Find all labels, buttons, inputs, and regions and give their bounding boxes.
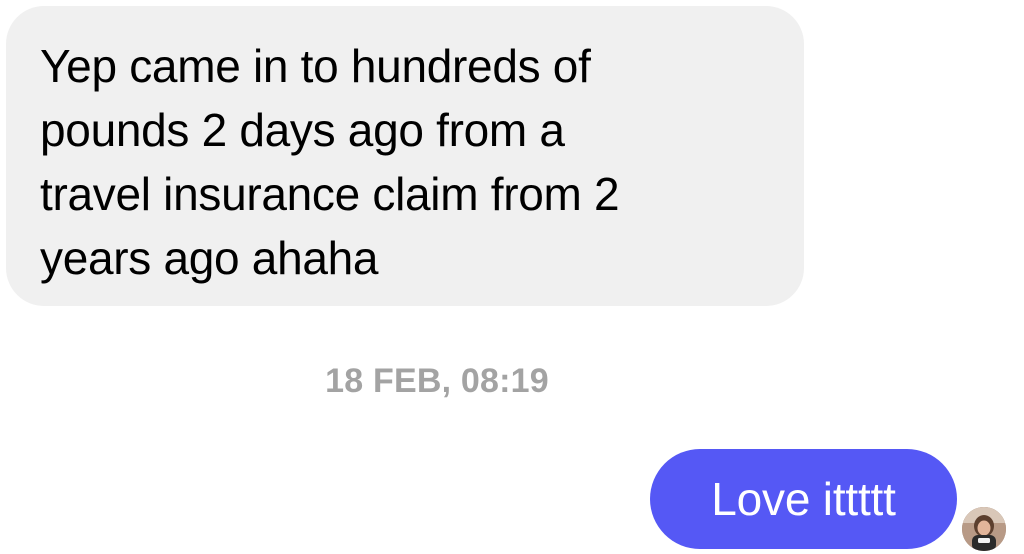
incoming-message-line: pounds 2 days ago from a xyxy=(40,104,565,156)
outgoing-message-text: Love ittttt xyxy=(711,473,896,525)
outgoing-message-bubble[interactable]: Love ittttt xyxy=(650,449,957,549)
incoming-message-line: travel insurance claim from 2 xyxy=(40,168,620,220)
chat-screen: Yep came in to hundreds of pounds 2 days… xyxy=(0,0,1024,554)
user-avatar-icon[interactable] xyxy=(962,507,1006,551)
incoming-message-line: Yep came in to hundreds of xyxy=(40,40,591,92)
incoming-message-bubble[interactable]: Yep came in to hundreds of pounds 2 days… xyxy=(6,6,804,306)
avatar-photo-icon xyxy=(962,507,1006,551)
incoming-message-line: years ago ahaha xyxy=(40,232,379,284)
message-timestamp: 18 FEB, 08:19 xyxy=(325,362,549,400)
